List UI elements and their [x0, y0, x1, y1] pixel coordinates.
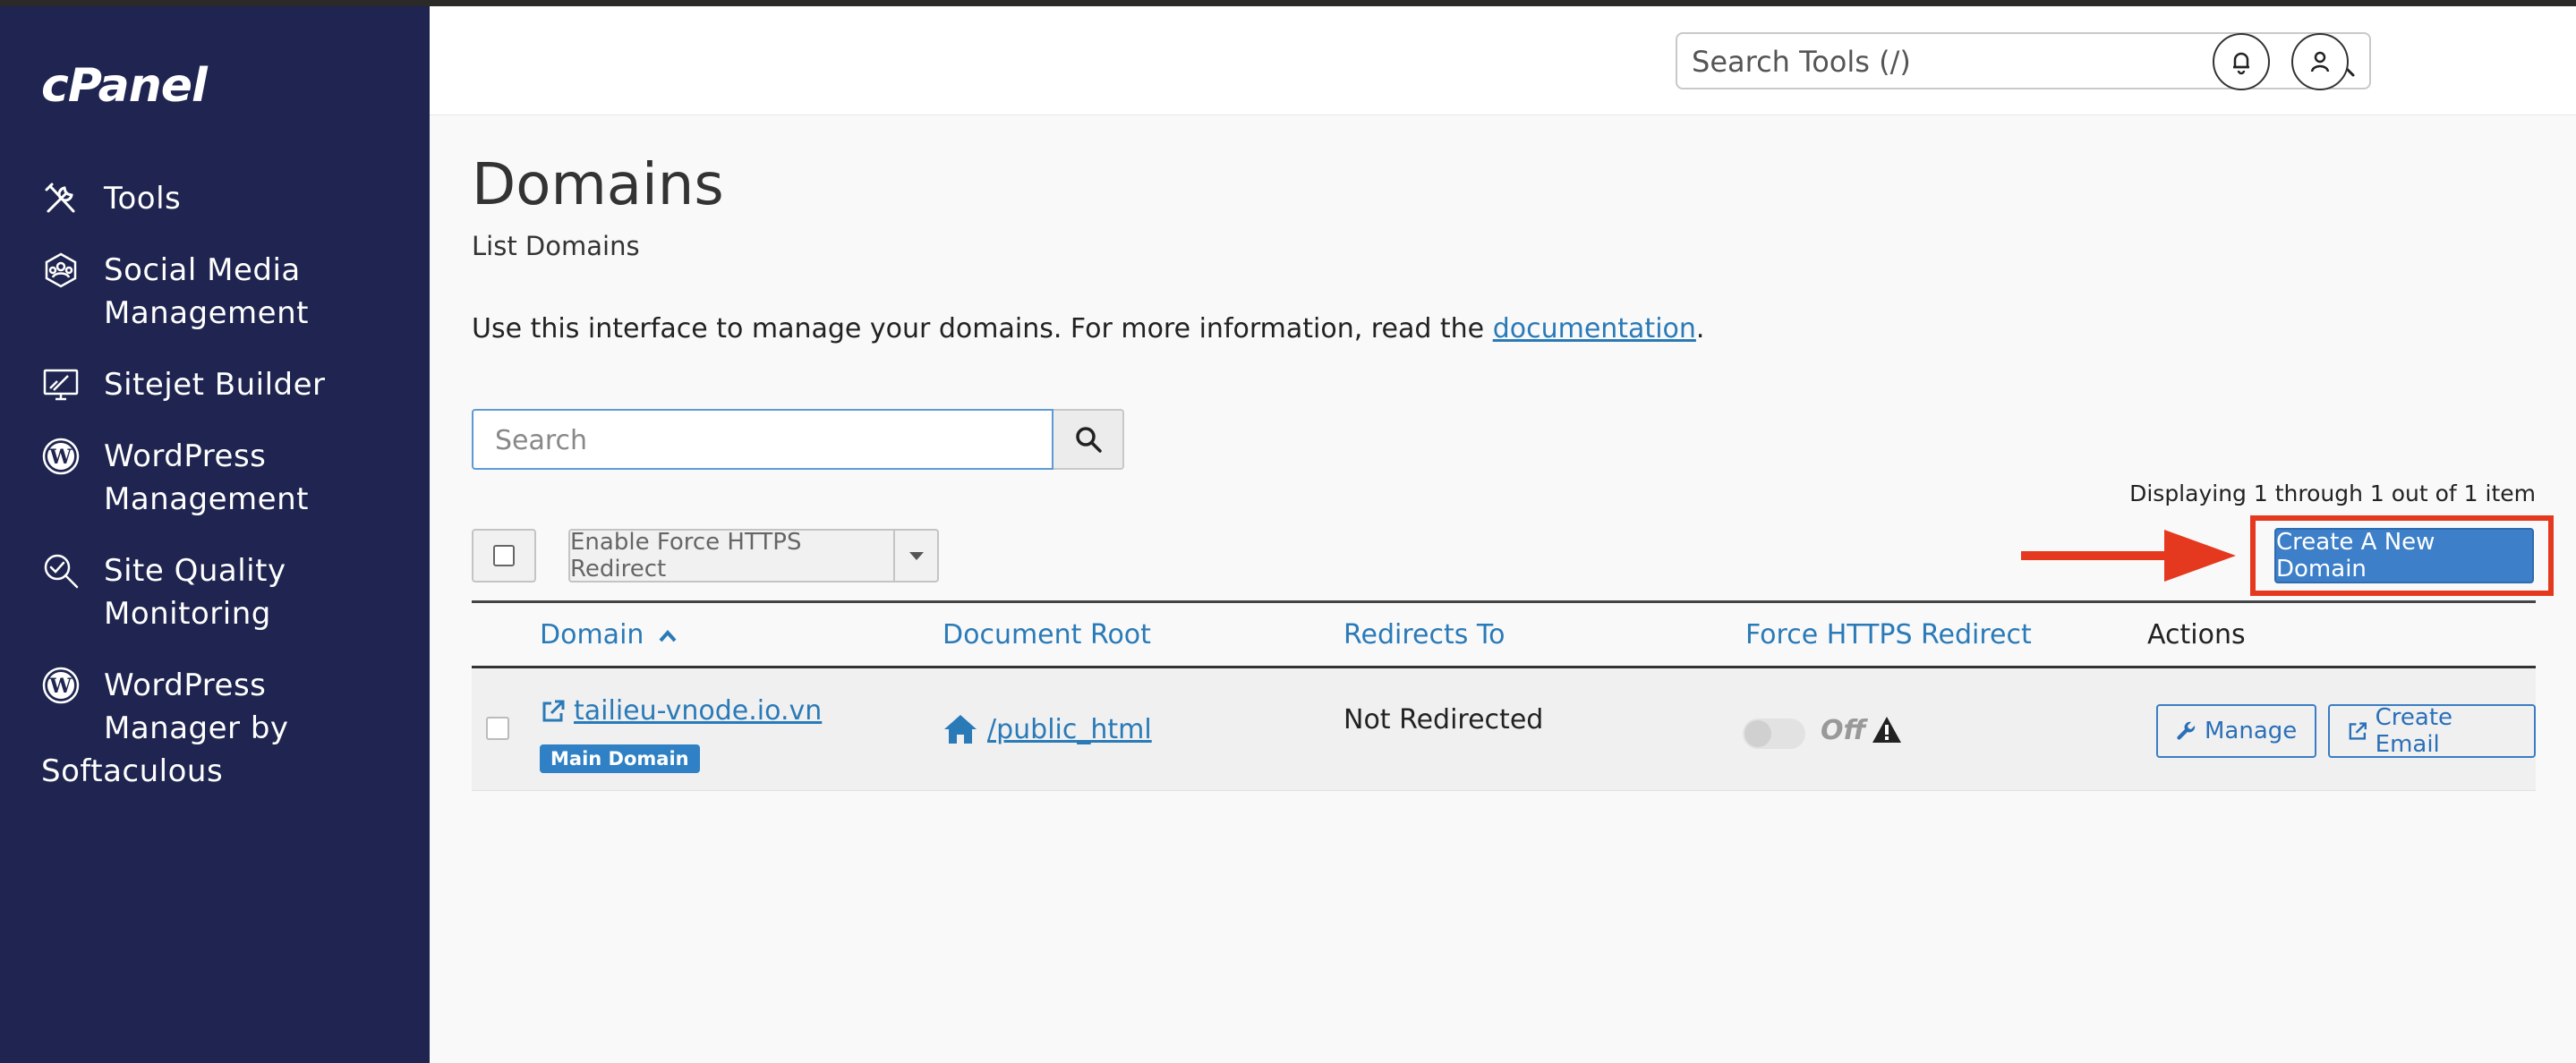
page-subtitle: List Domains — [472, 231, 640, 261]
sidebar-item-label: Tools — [104, 181, 182, 217]
sidebar-item-wordpress-softaculous[interactable]: W WordPress Manager by Softaculous — [41, 664, 417, 793]
table-row: tailieu-vnode.io.vn Main Domain /public_… — [472, 668, 2536, 791]
create-email-button[interactable]: Create Email — [2328, 704, 2536, 758]
document-root-link[interactable]: /public_html — [943, 713, 1152, 745]
redirects-to-value: Not Redirected — [1343, 704, 1544, 736]
sidebar-item-site-quality[interactable]: Site Quality Monitoring — [41, 549, 286, 635]
checkbox-box — [493, 545, 515, 566]
external-link-icon — [542, 700, 565, 721]
sidebar-item-label: Site Quality Monitoring — [104, 553, 286, 632]
page-title: Domains — [472, 152, 724, 218]
sidebar-item-social-media[interactable]: Social Media Management — [41, 249, 309, 335]
domain-link[interactable]: tailieu-vnode.io.vn — [540, 695, 822, 727]
pagination-info: Displaying 1 through 1 out of 1 item — [2129, 480, 2536, 506]
svg-text:W: W — [48, 446, 72, 469]
cpanel-logo[interactable]: cPanel — [41, 59, 208, 113]
main-domain-badge: Main Domain — [540, 744, 700, 773]
domain-search-box[interactable] — [472, 409, 1053, 470]
sidebar-item-wordpress-management[interactable]: W WordPress Management — [41, 435, 309, 521]
user-icon — [2310, 51, 2330, 72]
top-header — [430, 6, 2576, 115]
column-header-document-root[interactable]: Document Root — [943, 619, 1151, 651]
create-new-domain-button[interactable]: Create A New Domain — [2274, 528, 2534, 583]
notifications-button[interactable] — [2213, 33, 2270, 90]
column-header-force-https[interactable]: Force HTTPS Redirect — [1745, 619, 2032, 651]
force-https-redirect-button[interactable]: Enable Force HTTPS Redirect — [568, 529, 895, 583]
column-header-redirects-to[interactable]: Redirects To — [1343, 619, 1505, 651]
row-checkbox[interactable] — [486, 717, 509, 740]
manage-button[interactable]: Manage — [2156, 704, 2317, 758]
caret-down-icon — [908, 551, 924, 560]
search-icon — [1075, 427, 1102, 453]
bell-icon — [2233, 52, 2249, 75]
social-media-icon — [41, 249, 88, 292]
sort-ascending-icon — [659, 629, 677, 642]
top-border — [0, 0, 2576, 6]
warning-icon[interactable] — [1871, 715, 1903, 745]
svg-text:W: W — [48, 675, 72, 698]
red-arrow-annotation — [2021, 530, 2236, 582]
sidebar-item-label: WordPress Management — [104, 438, 309, 517]
sidebar-item-label: Sitejet Builder — [104, 367, 326, 403]
user-menu-button[interactable] — [2291, 33, 2349, 90]
sidebar-item-sitejet[interactable]: Sitejet Builder — [41, 363, 326, 406]
toggle-state-label: Off — [1821, 715, 1866, 746]
domain-search-button[interactable] — [1053, 409, 1124, 470]
force-https-dropdown-toggle[interactable] — [893, 529, 939, 583]
wordpress-icon: W — [41, 435, 88, 478]
table-header: Domain Document Root Redirects To Force … — [472, 603, 2536, 668]
external-link-icon — [2349, 722, 2367, 740]
search-tools-input[interactable] — [1692, 43, 2300, 81]
wordpress-icon: W — [41, 664, 88, 707]
home-icon — [944, 715, 977, 744]
sitejet-icon — [41, 363, 88, 406]
sidebar-item-label: WordPress — [104, 668, 267, 703]
column-header-domain[interactable]: Domain — [540, 619, 678, 651]
sidebar-item-tools[interactable]: Tools — [41, 177, 181, 220]
sidebar-item-label: Social Media Management — [104, 252, 309, 331]
site-quality-icon — [41, 549, 88, 592]
column-header-actions: Actions — [2147, 619, 2246, 651]
sidebar-item-label: Softaculous — [41, 753, 224, 789]
force-https-toggle[interactable] — [1743, 719, 1805, 749]
documentation-link[interactable]: documentation — [1493, 313, 1696, 344]
intro-text: Use this interface to manage your domain… — [472, 313, 1705, 344]
sidebar: cPanel Tools Social Media Management Site… — [0, 0, 430, 1063]
tools-icon — [41, 177, 88, 220]
select-all-checkbox[interactable] — [472, 529, 536, 583]
wrench-icon — [2177, 721, 2196, 740]
domain-search-input[interactable] — [495, 421, 1032, 459]
sidebar-item-label: Manager by — [104, 710, 289, 746]
